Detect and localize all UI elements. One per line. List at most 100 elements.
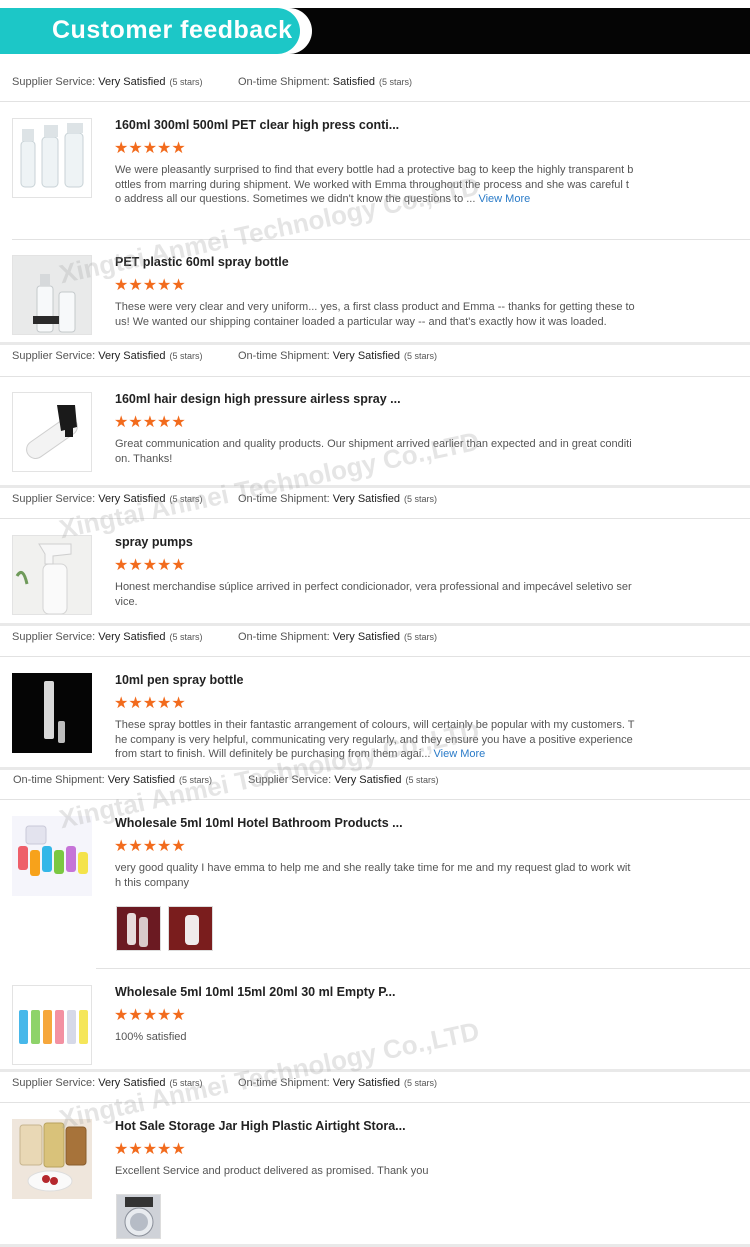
rating-note: (5 stars): [169, 1078, 203, 1088]
star-rating: ★★★★★: [114, 838, 186, 855]
review-text: very good quality I have emma to help me…: [115, 862, 631, 889]
product-thumbnail[interactable]: [12, 255, 92, 335]
rating-label: On-time Shipment:: [238, 350, 330, 362]
rating-value: Very Satisfied: [98, 76, 166, 88]
spray-bottle-image: [20, 123, 84, 188]
rating-label: On-time Shipment:: [238, 493, 330, 505]
rating-bar: Supplier Service: Very Satisfied (5 stars…: [0, 1069, 750, 1099]
review-text: Excellent Service and product delivered …: [115, 1165, 429, 1177]
rating-value: Very Satisfied: [98, 350, 166, 362]
rating-label: On-time Shipment:: [238, 1077, 330, 1089]
rating-bar: Supplier Service: Very Satisfied (5 stars…: [0, 68, 750, 98]
rating-value: Very Satisfied: [334, 774, 402, 786]
rating-note: (5 stars): [405, 775, 439, 785]
rating-value: Very Satisfied: [332, 350, 401, 362]
product-thumbnail[interactable]: [12, 535, 92, 615]
star-rating: ★★★★★: [114, 695, 186, 712]
storage-jar-image: [12, 1119, 92, 1199]
product-title[interactable]: 160ml hair design high pressure airless …: [115, 392, 401, 406]
rating-label: Supplier Service:: [12, 631, 96, 643]
review-photo[interactable]: [116, 906, 161, 951]
divider: [0, 376, 750, 377]
review-text: These were very clear and very uniform..…: [115, 301, 635, 328]
divider: [0, 101, 750, 102]
divider: [0, 1102, 750, 1103]
rating-value: Very Satisfied: [98, 1077, 166, 1089]
star-rating: ★★★★★: [114, 277, 186, 294]
star-rating: ★★★★★: [114, 140, 186, 157]
product-title[interactable]: Hot Sale Storage Jar High Plastic Airtig…: [115, 1119, 406, 1133]
rating-label: Supplier Service:: [12, 1077, 96, 1089]
product-thumbnail[interactable]: [12, 118, 92, 198]
product-thumbnail[interactable]: [12, 392, 92, 472]
rating-label: Supplier Service:: [12, 350, 96, 362]
rating-bar: Supplier Service: Very Satisfied (5 stars…: [0, 342, 750, 372]
divider: [0, 518, 750, 519]
star-rating: ★★★★★: [114, 557, 186, 574]
rating-note: (5 stars): [179, 775, 213, 785]
review-photo[interactable]: [116, 1194, 161, 1239]
rating-note: (5 stars): [404, 351, 438, 361]
view-more-link[interactable]: View More: [478, 193, 530, 205]
star-rating: ★★★★★: [114, 414, 186, 431]
product-title[interactable]: 160ml 300ml 500ml PET clear high press c…: [115, 118, 399, 132]
review-photo-image: [169, 907, 212, 950]
product-thumbnail[interactable]: [12, 985, 92, 1065]
rating-note: (5 stars): [169, 77, 203, 87]
empty-tubes-image: [19, 1010, 88, 1044]
rating-label: On-time Shipment:: [238, 76, 330, 88]
view-more-link[interactable]: View More: [434, 748, 486, 760]
rating-note: (5 stars): [404, 632, 438, 642]
spray-bottle-image: [13, 256, 91, 334]
product-title[interactable]: PET plastic 60ml spray bottle: [115, 255, 289, 269]
star-rating: ★★★★★: [114, 1141, 186, 1158]
page-header: Customer feedback: [0, 8, 750, 54]
product-title[interactable]: spray pumps: [115, 535, 193, 549]
divider: [12, 239, 750, 240]
rating-value: Very Satisfied: [107, 774, 176, 786]
review-photo-image: [117, 1195, 160, 1238]
rating-label: Supplier Service:: [12, 493, 96, 505]
rating-bar: On-time Shipment: Very Satisfied (5 stars…: [0, 766, 750, 796]
review-body: We were pleasantly surprised to find tha…: [115, 164, 634, 205]
review-photo[interactable]: [168, 906, 213, 951]
page-title: Customer feedback: [52, 16, 293, 44]
review-text: Honest merchandise súplice arrived in pe…: [115, 581, 632, 608]
divider: [0, 656, 750, 657]
rating-value: Satisfied: [332, 76, 375, 88]
star-rating: ★★★★★: [114, 1007, 186, 1024]
airless-spray-image: [26, 405, 78, 459]
rating-note: (5 stars): [378, 77, 412, 87]
divider: [0, 799, 750, 800]
product-thumbnail[interactable]: [12, 1119, 92, 1199]
product-title[interactable]: Wholesale 5ml 10ml 15ml 20ml 30 ml Empty…: [115, 985, 395, 999]
rating-note: (5 stars): [404, 494, 438, 504]
review-photo-image: [117, 907, 160, 950]
divider: [96, 968, 750, 969]
rating-note: (5 stars): [169, 351, 203, 361]
product-title[interactable]: 10ml pen spray bottle: [115, 673, 244, 687]
hotel-bottles-image: [12, 816, 92, 896]
rating-bar: Supplier Service: Very Satisfied (5 stars…: [0, 623, 750, 653]
rating-value: Very Satisfied: [332, 493, 401, 505]
rating-note: (5 stars): [404, 1078, 438, 1088]
rating-value: Very Satisfied: [332, 631, 401, 643]
product-thumbnail[interactable]: [12, 816, 92, 896]
review-text: 100% satisfied: [115, 1031, 187, 1043]
rating-note: (5 stars): [169, 494, 203, 504]
rating-label: On-time Shipment:: [13, 774, 105, 786]
review-text: Great communication and quality products…: [115, 438, 632, 465]
product-title[interactable]: Wholesale 5ml 10ml Hotel Bathroom Produc…: [115, 816, 403, 830]
pen-spray-bottle-image: [12, 673, 92, 753]
review-body: These spray bottles in their fantastic a…: [115, 719, 635, 760]
spray-pump-image: [13, 536, 91, 614]
review-text: These spray bottles in their fantastic a…: [115, 718, 635, 762]
rating-note: (5 stars): [169, 632, 203, 642]
rating-value: Very Satisfied: [332, 1077, 401, 1089]
rating-label: Supplier Service:: [12, 76, 96, 88]
rating-label: Supplier Service:: [248, 774, 332, 786]
review-text: We were pleasantly surprised to find tha…: [115, 163, 635, 207]
product-thumbnail[interactable]: [12, 673, 92, 753]
rating-value: Very Satisfied: [98, 493, 166, 505]
rating-label: On-time Shipment:: [238, 631, 330, 643]
